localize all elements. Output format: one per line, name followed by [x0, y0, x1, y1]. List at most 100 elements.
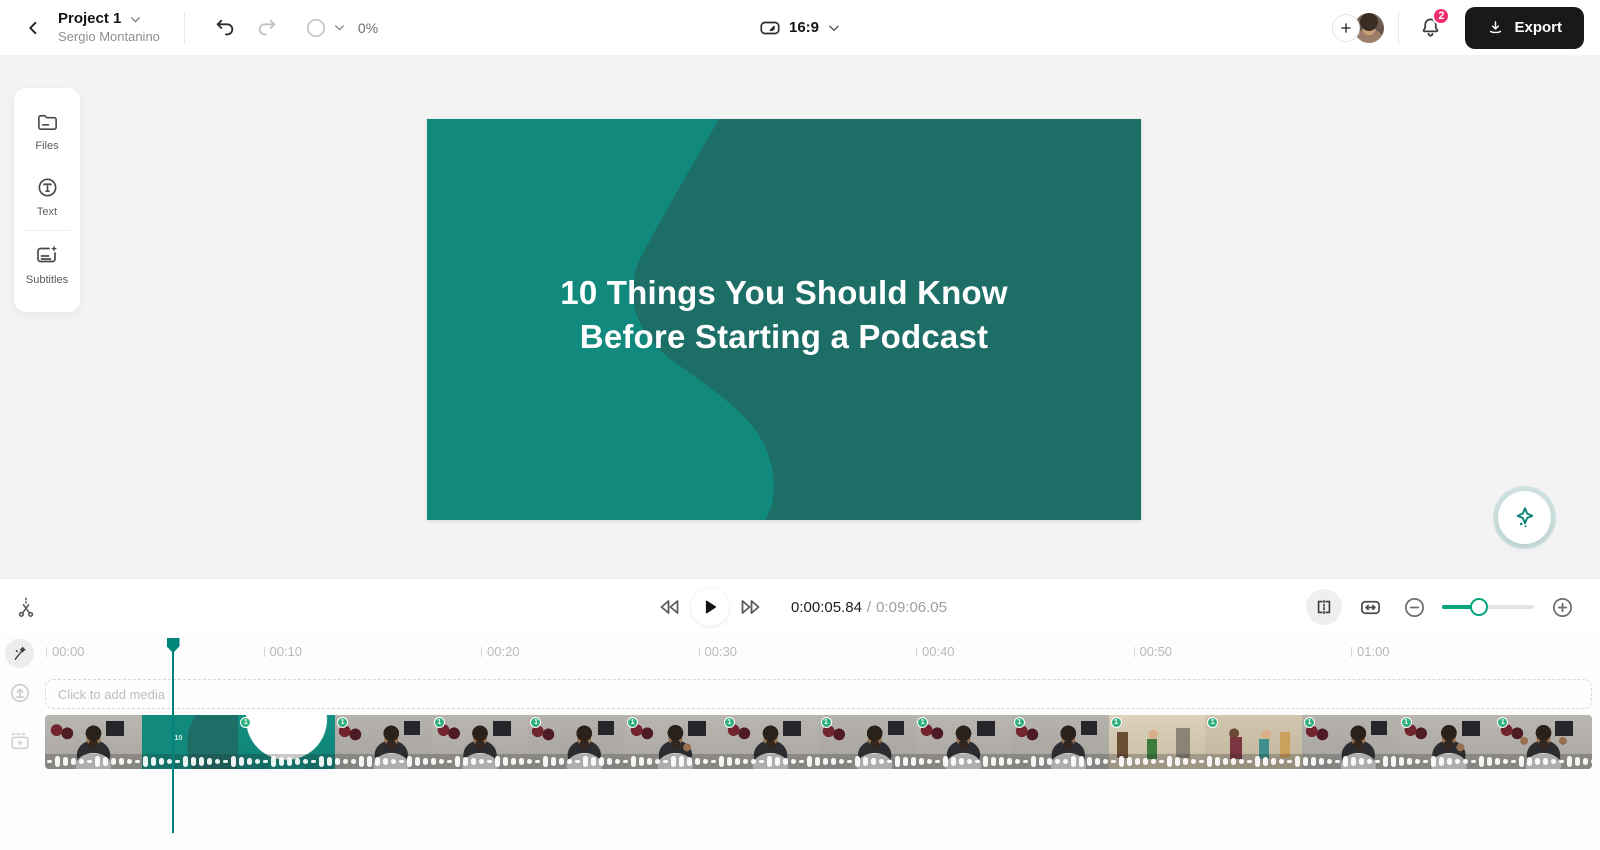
- header-left-group: Project 1 Sergio Montanino 0%: [0, 10, 378, 45]
- thumbnail-title-text: 10: [175, 735, 183, 742]
- undo-icon: [214, 17, 236, 39]
- ruler-timestamp: 01:00: [1357, 644, 1390, 659]
- ruler-timestamp: 00:20: [487, 644, 520, 659]
- timeline-zoom-slider[interactable]: [1442, 598, 1534, 616]
- fast-forward-icon: [739, 595, 763, 619]
- slide-title-line2: Before Starting a Podcast: [427, 315, 1141, 359]
- sidebar-item-text[interactable]: Text: [14, 164, 80, 230]
- clip-marker-badge: 1: [821, 717, 832, 728]
- scissors-icon: [15, 596, 37, 618]
- divider: [1398, 12, 1399, 44]
- ruler-tick: [699, 647, 700, 657]
- ruler-tick: [46, 647, 47, 657]
- canvas[interactable]: 10 Things You Should Know Before Startin…: [427, 119, 1141, 520]
- split-button[interactable]: [10, 591, 42, 623]
- slide-title[interactable]: 10 Things You Should Know Before Startin…: [427, 271, 1141, 359]
- sidebar-item-label: Files: [35, 140, 58, 152]
- chevron-left-icon: [25, 19, 43, 37]
- sidebar-item-subtitles[interactable]: Subtitles: [14, 231, 80, 298]
- clip-marker-badge: 1: [434, 717, 445, 728]
- clip-marker-badge: 1: [1304, 717, 1315, 728]
- video-editor-app: Project 1 Sergio Montanino 0% 16:9: [0, 0, 1600, 850]
- current-time: 0:00:05.84: [791, 599, 862, 616]
- ruler-timestamp: 00:30: [705, 644, 738, 659]
- notifications-button[interactable]: 2: [1413, 11, 1447, 45]
- clip-marker-badge: 1: [627, 717, 638, 728]
- video-clip-icon: [9, 730, 31, 752]
- progress-ring-icon: [305, 17, 327, 39]
- text-icon: [36, 176, 59, 199]
- zoom-in-button[interactable]: [1546, 591, 1578, 623]
- audio-waveform: [45, 754, 1592, 769]
- upload-progress-percent: 0%: [358, 20, 378, 36]
- notification-count-badge: 2: [1432, 7, 1450, 25]
- time-separator: /: [862, 599, 876, 616]
- project-title[interactable]: Project 1: [58, 10, 121, 29]
- clip-marker-badge: 1: [1207, 717, 1218, 728]
- clip-marker-badge: 1: [724, 717, 735, 728]
- ai-assistant-button[interactable]: [1498, 491, 1551, 544]
- ruler-tick: [1134, 647, 1135, 657]
- invite-button[interactable]: [1332, 14, 1360, 42]
- account-group: [1332, 12, 1384, 44]
- rewind-button[interactable]: [653, 591, 685, 623]
- ruler-timestamp: 00:40: [922, 644, 955, 659]
- magic-tools-button[interactable]: [5, 639, 34, 668]
- play-button[interactable]: [691, 588, 729, 626]
- fit-to-screen-button[interactable]: [1354, 591, 1386, 623]
- clip-marker-badge: 1: [1111, 717, 1122, 728]
- sparkles-icon: [1512, 505, 1538, 531]
- subtitles-icon: [35, 243, 59, 267]
- ruler-timestamp: 00:50: [1140, 644, 1173, 659]
- playhead-line[interactable]: [172, 638, 174, 833]
- canvas-size-icon: [759, 17, 781, 39]
- back-button[interactable]: [20, 14, 48, 42]
- sidebar-item-files[interactable]: Files: [14, 98, 80, 164]
- snap-icon: [1314, 597, 1334, 617]
- tools-sidebar: Files Text Subtitles: [14, 88, 80, 312]
- sidebar-item-label: Text: [37, 206, 57, 218]
- plus-icon: [1339, 21, 1353, 35]
- upload-circle-icon: [9, 682, 31, 704]
- sidebar-item-label: Subtitles: [26, 274, 68, 286]
- transport-controls: 0:00:05.84/0:09:06.05: [653, 588, 947, 626]
- clip-marker-badge: 1: [1014, 717, 1025, 728]
- aspect-ratio-value: 16:9: [789, 19, 819, 36]
- empty-media-track[interactable]: Click to add media: [45, 679, 1592, 709]
- undo-button[interactable]: [209, 12, 241, 44]
- clip-marker-badge: 1: [917, 717, 928, 728]
- play-icon: [701, 598, 719, 616]
- fit-width-icon: [1359, 596, 1382, 619]
- total-duration: 0:09:06.05: [876, 599, 947, 616]
- export-button[interactable]: Export: [1465, 7, 1584, 49]
- export-label: Export: [1514, 19, 1562, 36]
- chevron-down-icon[interactable]: [129, 13, 142, 26]
- timeline-zoom-controls: [1306, 589, 1600, 625]
- folder-icon: [36, 110, 59, 133]
- clip-marker-badge: 1: [240, 717, 251, 728]
- video-clip[interactable]: 1011111111111111: [45, 715, 1592, 769]
- redo-icon: [256, 17, 278, 39]
- top-bar: Project 1 Sergio Montanino 0% 16:9: [0, 0, 1600, 55]
- ruler-tick: [481, 647, 482, 657]
- magic-wand-icon: [11, 645, 28, 662]
- redo-button[interactable]: [251, 12, 283, 44]
- upload-progress-group[interactable]: 0%: [305, 17, 378, 39]
- playback-toolbar: 0:00:05.84/0:09:06.05: [0, 578, 1600, 635]
- media-track-icon: [8, 681, 32, 705]
- ruler-timestamp: 00:00: [52, 644, 85, 659]
- zoom-out-button[interactable]: [1398, 591, 1430, 623]
- timeline-ruler[interactable]: 00:00 00:10 00:20 00:30 00:40 00:50 01:00: [0, 635, 1600, 671]
- time-display: 0:00:05.84/0:09:06.05: [791, 599, 947, 616]
- clip-marker-badge: 1: [337, 717, 348, 728]
- ruler-timestamp: 00:10: [270, 644, 303, 659]
- fast-forward-button[interactable]: [735, 591, 767, 623]
- snapping-toggle-button[interactable]: [1306, 589, 1342, 625]
- clip-marker-badge: 1: [530, 717, 541, 728]
- ruler-tick: [916, 647, 917, 657]
- download-icon: [1487, 19, 1504, 36]
- rewind-icon: [657, 595, 681, 619]
- slider-handle[interactable]: [1470, 598, 1488, 616]
- ruler-tick: [1351, 647, 1352, 657]
- aspect-ratio-selector[interactable]: 16:9: [759, 0, 841, 55]
